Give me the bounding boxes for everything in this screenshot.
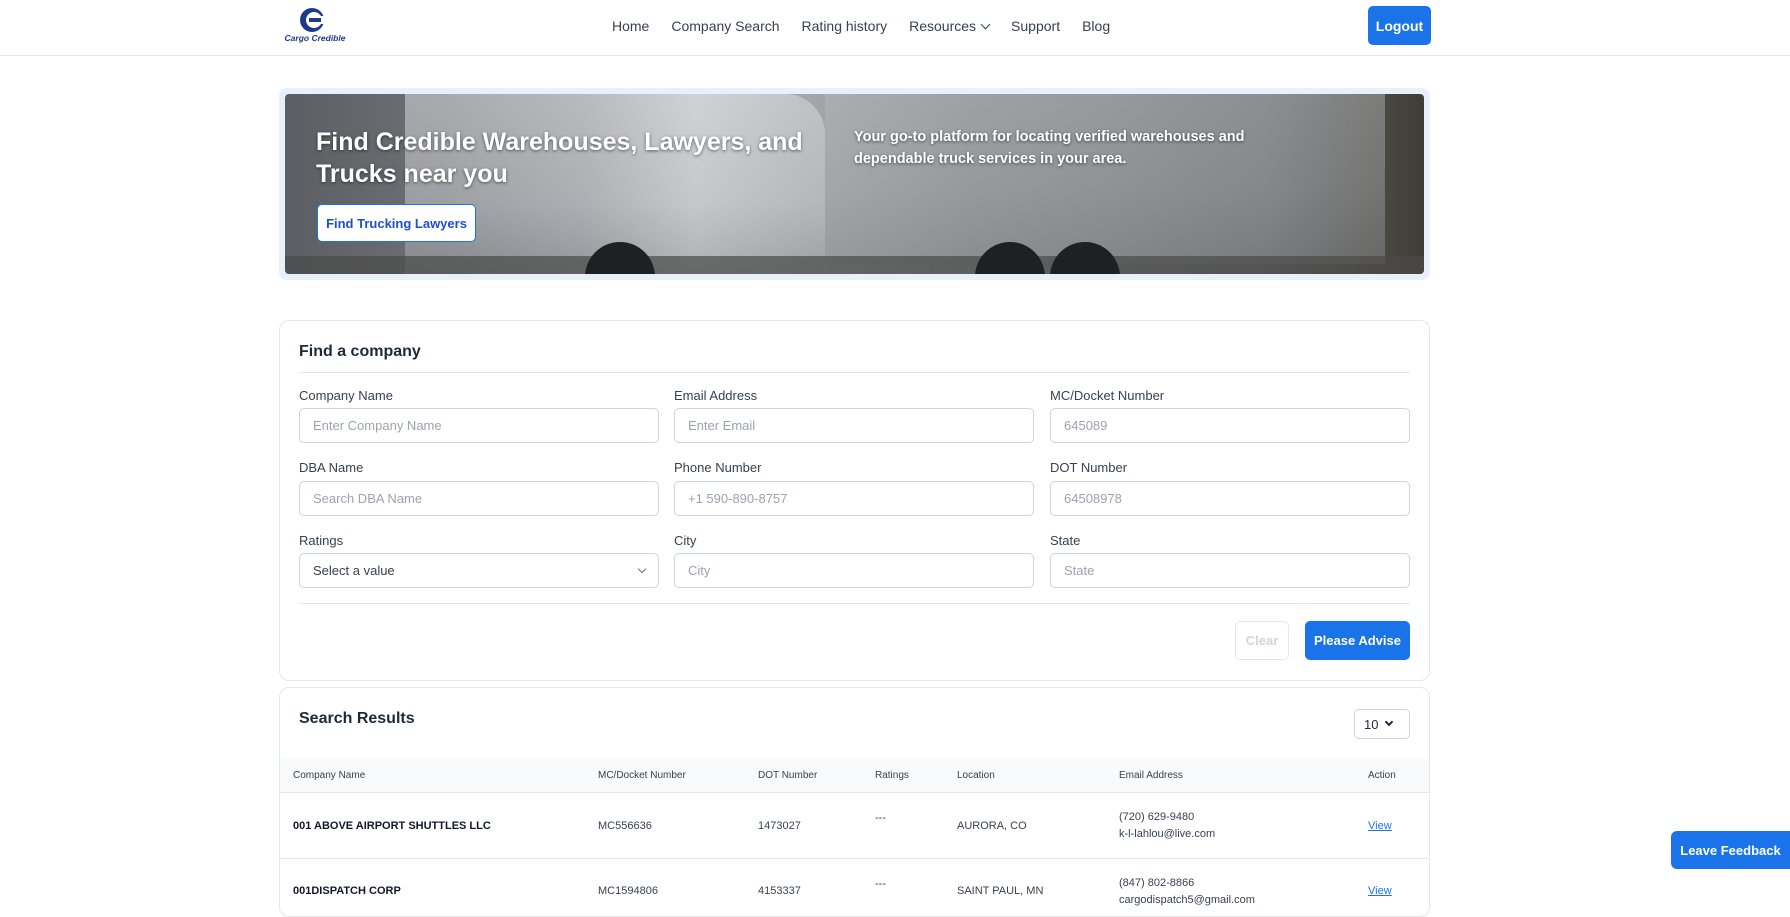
cell-dot: 1473027 bbox=[758, 820, 801, 832]
nav-resources-label: Resources bbox=[909, 18, 977, 34]
city-input[interactable]: City bbox=[674, 553, 1034, 588]
please-advise-button[interactable]: Please Advise bbox=[1305, 621, 1410, 660]
table-row: 001 ABOVE AIRPORT SHUTTLES LLC MC556636 … bbox=[280, 794, 1429, 859]
nav-resources[interactable]: Resources bbox=[909, 18, 991, 34]
email-label: Email Address bbox=[674, 388, 758, 403]
mc-docket-input[interactable]: 645089 bbox=[1050, 408, 1410, 443]
nav-support[interactable]: Support bbox=[1011, 18, 1060, 34]
view-link[interactable]: View bbox=[1368, 885, 1392, 897]
email-input[interactable]: Enter Email bbox=[674, 408, 1034, 443]
nav-company-search[interactable]: Company Search bbox=[671, 18, 779, 34]
cell-dot: 4153337 bbox=[758, 885, 801, 897]
phone-input[interactable]: +1 590-890-8757 bbox=[674, 481, 1034, 516]
find-trucking-lawyers-button[interactable]: Find Trucking Lawyers bbox=[317, 204, 476, 242]
state-label: State bbox=[1050, 533, 1081, 548]
nav-home[interactable]: Home bbox=[612, 18, 649, 34]
column-header[interactable]: Company Name bbox=[293, 770, 365, 781]
dot-input[interactable]: 64508978 bbox=[1050, 481, 1410, 516]
hero-banner: Find Credible Warehouses, Lawyers, and T… bbox=[285, 94, 1424, 274]
hero-banner-wrapper: Find Credible Warehouses, Lawyers, and T… bbox=[279, 88, 1430, 280]
logout-button[interactable]: Logout bbox=[1368, 6, 1431, 45]
cell-mc: MC1594806 bbox=[598, 885, 658, 897]
dot-label: DOT Number bbox=[1050, 460, 1128, 475]
search-results-card: Search Results 10 Company Name MC/Docket… bbox=[279, 687, 1430, 917]
state-input[interactable]: State bbox=[1050, 553, 1410, 588]
find-company-title: Find a company bbox=[299, 343, 421, 360]
hero-subtitle: Your go-to platform for locating verifie… bbox=[854, 129, 1245, 167]
chevron-down-icon bbox=[980, 19, 991, 30]
divider bbox=[299, 603, 1410, 604]
top-navbar: Cargo Credible Home Company Search Ratin… bbox=[0, 0, 1790, 56]
column-header[interactable]: Email Address bbox=[1119, 770, 1183, 781]
view-link[interactable]: View bbox=[1368, 820, 1392, 832]
find-company-card: Find a company Company Name Enter Compan… bbox=[279, 320, 1430, 681]
ratings-label: Ratings bbox=[299, 533, 344, 548]
column-header[interactable]: MC/Docket Number bbox=[598, 770, 686, 781]
trailer-image bbox=[825, 94, 1385, 264]
cell-company: 001 ABOVE AIRPORT SHUTTLES LLC bbox=[293, 820, 491, 832]
cell-email: k-l-lahlou@live.com bbox=[1119, 828, 1216, 840]
company-name-label: Company Name bbox=[299, 388, 393, 403]
page-size-select[interactable]: 10 bbox=[1354, 709, 1410, 739]
dba-label: DBA Name bbox=[299, 460, 364, 475]
dba-input[interactable]: Search DBA Name bbox=[299, 481, 659, 516]
search-results-title: Search Results bbox=[299, 710, 415, 727]
nav-rating-history[interactable]: Rating history bbox=[802, 18, 888, 34]
cell-phone: (847) 802-8866 bbox=[1119, 877, 1195, 889]
column-header: Action bbox=[1368, 770, 1396, 781]
ratings-select[interactable]: Select a value bbox=[299, 553, 659, 588]
cell-email: cargodispatch5@gmail.com bbox=[1119, 894, 1255, 906]
ratings-select-value: Select a value bbox=[313, 563, 395, 578]
table-header: Company Name MC/Docket Number DOT Number… bbox=[280, 758, 1429, 793]
logo-mark-icon bbox=[300, 8, 330, 32]
cell-mc: MC556636 bbox=[598, 820, 652, 832]
logo-text: Cargo Credible bbox=[284, 33, 346, 43]
divider bbox=[299, 372, 1410, 373]
leave-feedback-button[interactable]: Leave Feedback bbox=[1671, 831, 1790, 869]
cell-company: 001DISPATCH CORP bbox=[293, 885, 401, 897]
cargo-credible-logo[interactable]: Cargo Credible bbox=[279, 6, 351, 46]
cell-ratings: --- bbox=[875, 812, 886, 824]
chevron-down-icon bbox=[1385, 717, 1394, 727]
nav-blog[interactable]: Blog bbox=[1082, 18, 1110, 34]
hero-title: Find Credible Warehouses, Lawyers, and T… bbox=[316, 128, 803, 188]
city-label: City bbox=[674, 533, 697, 548]
chevron-down-icon bbox=[637, 564, 647, 573]
cell-location: AURORA, CO bbox=[957, 820, 1027, 832]
phone-label: Phone Number bbox=[674, 460, 762, 475]
page-size-value: 10 bbox=[1364, 716, 1379, 732]
cell-phone: (720) 629-9480 bbox=[1119, 811, 1195, 823]
mc-docket-label: MC/Docket Number bbox=[1050, 388, 1165, 403]
column-header[interactable]: Location bbox=[957, 770, 995, 781]
table-row: 001DISPATCH CORP MC1594806 4153337 --- S… bbox=[280, 860, 1429, 916]
cell-location: SAINT PAUL, MN bbox=[957, 885, 1044, 897]
company-name-input[interactable]: Enter Company Name bbox=[299, 408, 659, 443]
column-header[interactable]: Ratings bbox=[875, 770, 909, 781]
cell-ratings: --- bbox=[875, 878, 886, 890]
road-image bbox=[285, 256, 1424, 274]
column-header[interactable]: DOT Number bbox=[758, 770, 817, 781]
clear-button[interactable]: Clear bbox=[1235, 621, 1289, 660]
main-nav: Home Company Search Rating history Resou… bbox=[612, 0, 1110, 52]
